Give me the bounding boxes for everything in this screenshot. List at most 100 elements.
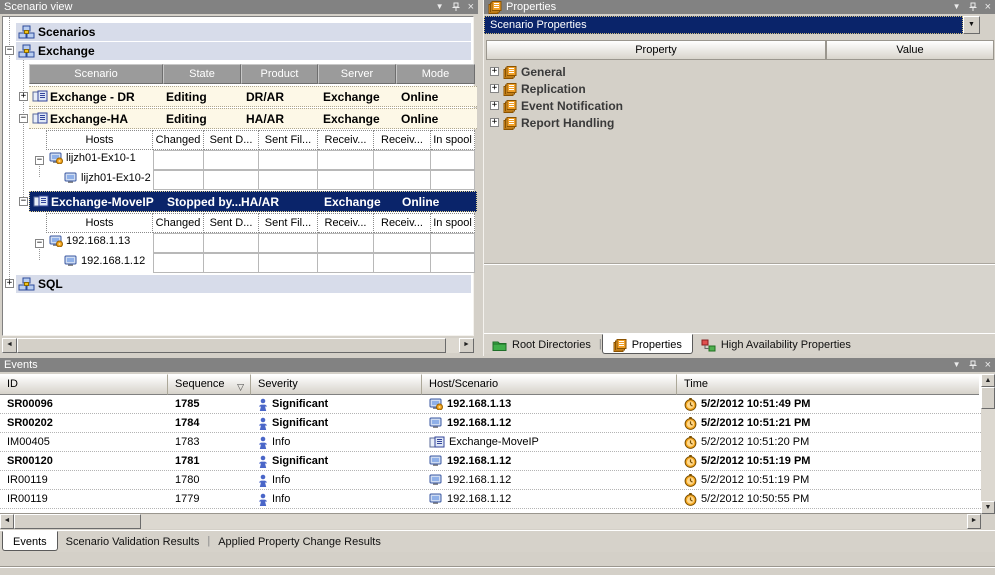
properties-selector[interactable]: Scenario Properties xyxy=(484,16,963,34)
host-row-replica[interactable]: 192.168.1.12 xyxy=(3,253,475,273)
scenario-row-exchange-moveip[interactable]: Exchange-MoveIP Stopped by... HA/AR Exch… xyxy=(29,191,477,212)
info-severity-icon xyxy=(258,436,268,449)
events-titlebar: Events ▼ × xyxy=(0,358,995,372)
host-column-in-spool[interactable]: In spool xyxy=(431,213,475,233)
event-time: 5/2/2012 10:51:19 PM xyxy=(701,474,809,486)
expand-box[interactable]: + xyxy=(490,67,499,76)
scroll-right-icon[interactable]: ► xyxy=(459,338,474,353)
scenario-view-hscrollbar[interactable]: ◄ ► xyxy=(2,338,474,353)
host-column-sent-data[interactable]: Sent D... xyxy=(204,213,259,233)
scenario-row-exchange-ha[interactable]: Exchange-HA Editing HA/AR Exchange Onlin… xyxy=(29,108,477,129)
vscroll-thumb[interactable] xyxy=(981,387,995,409)
tree-group-exchange[interactable]: Exchange xyxy=(16,42,471,60)
host-column-sent-files[interactable]: Sent Fil... xyxy=(259,130,318,150)
property-group-report-handling[interactable]: + Report Handling xyxy=(484,115,995,132)
tab-high-availability-properties[interactable]: High Availability Properties xyxy=(693,334,859,354)
tab-events[interactable]: Events xyxy=(2,531,58,551)
property-group-replication[interactable]: + Replication xyxy=(484,81,995,98)
collapse-box-exchange-ha[interactable]: − xyxy=(19,114,28,123)
events-column-host-scenario[interactable]: Host/Scenario xyxy=(422,374,677,395)
host-column-received-2[interactable]: Receiv... xyxy=(374,213,431,233)
host-column-received-2[interactable]: Receiv... xyxy=(374,130,431,150)
expand-box[interactable]: + xyxy=(490,101,499,110)
event-sequence: 1779 xyxy=(168,490,251,508)
expand-box-exchange-dr[interactable]: + xyxy=(19,92,28,101)
host-row-master[interactable]: 192.168.1.13 xyxy=(3,233,475,253)
event-row[interactable]: SR00120 1781 Significant 192.168.1.12 5/… xyxy=(0,452,981,471)
scenario-row-exchange-dr[interactable]: Exchange - DR Editing DR/AR Exchange Onl… xyxy=(29,86,477,107)
tab-applied-property-change-results[interactable]: Applied Property Change Results xyxy=(210,531,389,551)
collapse-box-exchange[interactable]: − xyxy=(5,46,14,55)
event-row[interactable]: IR00119 1779 Info 192.168.1.12 5/2/2012 … xyxy=(0,490,981,509)
expand-box[interactable]: + xyxy=(490,84,499,93)
tab-label: Properties xyxy=(632,339,682,351)
property-column-header[interactable]: Property xyxy=(486,40,826,60)
chevron-down-icon[interactable]: ▼ xyxy=(436,0,444,14)
property-group-general[interactable]: + General xyxy=(484,64,995,81)
tab-scenario-validation-results[interactable]: Scenario Validation Results xyxy=(58,531,208,551)
host-name-label: lijzh01-Ex10-2 xyxy=(81,172,151,184)
server-gear-icon xyxy=(49,235,63,247)
host-column-hosts[interactable]: Hosts xyxy=(46,213,153,233)
host-column-changed[interactable]: Changed xyxy=(153,130,204,150)
property-group-event-notification[interactable]: + Event Notification xyxy=(484,98,995,115)
event-row[interactable]: SR00096 1785 Significant 192.168.1.13 5/… xyxy=(0,395,981,414)
host-column-hosts[interactable]: Hosts xyxy=(46,130,153,150)
column-header-server[interactable]: Server xyxy=(318,64,396,84)
tab-properties[interactable]: Properties xyxy=(602,334,693,354)
scroll-right-icon[interactable]: ► xyxy=(967,514,981,529)
event-id: SR00096 xyxy=(0,395,168,413)
scroll-up-icon[interactable]: ▲ xyxy=(981,374,995,387)
host-column-sent-data[interactable]: Sent D... xyxy=(204,130,259,150)
host-column-changed[interactable]: Changed xyxy=(153,213,204,233)
events-vscrollbar[interactable]: ▲ ▼ xyxy=(981,374,995,514)
close-icon[interactable]: × xyxy=(985,358,991,372)
column-header-mode[interactable]: Mode xyxy=(396,64,475,84)
hscroll-thumb[interactable] xyxy=(14,514,141,529)
event-row[interactable]: IR00119 1780 Info 192.168.1.12 5/2/2012 … xyxy=(0,471,981,490)
host-column-received-1[interactable]: Receiv... xyxy=(318,130,374,150)
events-column-sequence[interactable]: Sequence▽ xyxy=(168,374,251,395)
host-column-received-1[interactable]: Receiv... xyxy=(318,213,374,233)
host-row-master[interactable]: lijzh01-Ex10-1 xyxy=(3,150,475,170)
collapse-box-exchange-moveip[interactable]: − xyxy=(19,197,28,206)
events-column-id[interactable]: ID xyxy=(0,374,168,395)
tree-group-sql[interactable]: SQL xyxy=(16,275,471,293)
property-group-label: Event Notification xyxy=(521,99,623,113)
scroll-left-icon[interactable]: ◄ xyxy=(0,514,14,529)
events-column-time[interactable]: Time xyxy=(677,374,979,395)
event-row[interactable]: IM00405 1783 Info Exchange-MoveIP 5/2/20… xyxy=(0,433,981,452)
chevron-down-icon[interactable]: ▼ xyxy=(953,0,961,14)
pin-icon[interactable] xyxy=(968,2,978,12)
column-header-scenario[interactable]: Scenario xyxy=(29,64,163,84)
dropdown-arrow-icon[interactable]: ▼ xyxy=(963,16,980,34)
host-column-in-spool[interactable]: In spool xyxy=(431,130,475,150)
event-severity: Info xyxy=(272,436,290,448)
tab-label: Root Directories xyxy=(512,339,591,351)
host-row-replica[interactable]: lijzh01-Ex10-2 xyxy=(3,170,475,190)
close-icon[interactable]: × xyxy=(468,0,474,14)
scenario-tree-area: Scenarios − Exchange Scenario State Prod… xyxy=(2,16,474,336)
expand-box-sql[interactable]: + xyxy=(5,279,14,288)
expand-box[interactable]: + xyxy=(490,118,499,127)
pin-icon[interactable] xyxy=(451,2,461,12)
scroll-down-icon[interactable]: ▼ xyxy=(981,501,995,514)
events-hscrollbar[interactable]: ◄ ► xyxy=(0,514,981,529)
papers-icon xyxy=(613,339,627,352)
value-column-header[interactable]: Value xyxy=(826,40,994,60)
tree-group-scenarios[interactable]: Scenarios xyxy=(16,23,471,41)
group-label: Exchange xyxy=(38,44,95,58)
hscroll-thumb[interactable] xyxy=(17,338,446,353)
column-header-state[interactable]: State xyxy=(163,64,241,84)
scenario-group-icon xyxy=(18,277,35,291)
pin-icon[interactable] xyxy=(968,360,978,370)
properties-panel: Properties ▼ × Scenario Properties ▼ Pro… xyxy=(483,0,995,356)
close-icon[interactable]: × xyxy=(985,0,991,14)
host-column-sent-files[interactable]: Sent Fil... xyxy=(259,213,318,233)
tab-root-directories[interactable]: Root Directories xyxy=(484,334,599,354)
events-column-severity[interactable]: Severity xyxy=(251,374,422,395)
column-header-product[interactable]: Product xyxy=(241,64,318,84)
chevron-down-icon[interactable]: ▼ xyxy=(953,358,961,372)
event-row[interactable]: SR00202 1784 Significant 192.168.1.12 5/… xyxy=(0,414,981,433)
scroll-left-icon[interactable]: ◄ xyxy=(2,338,17,353)
